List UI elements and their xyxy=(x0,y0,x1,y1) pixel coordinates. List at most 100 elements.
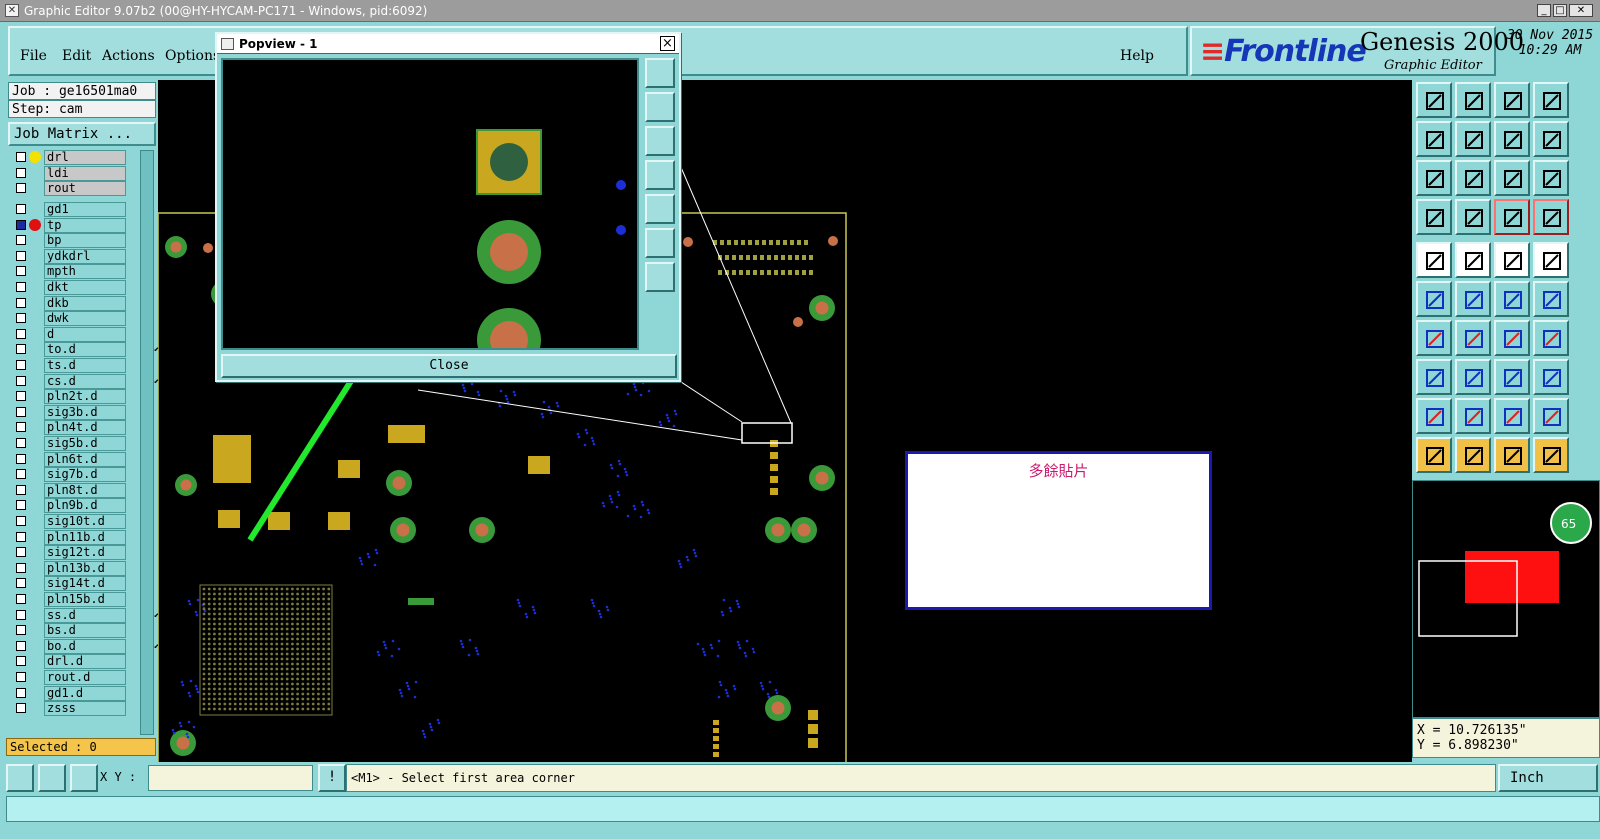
layer-checkbox[interactable] xyxy=(16,625,26,636)
job-matrix-button[interactable]: Job Matrix ... xyxy=(8,122,156,146)
rotate-icon[interactable] xyxy=(1494,320,1530,356)
layer-checkbox[interactable] xyxy=(16,609,26,620)
layer-name[interactable]: sig5b.d xyxy=(44,436,126,451)
layer-name[interactable]: sig14t.d xyxy=(44,576,126,592)
layer-name[interactable]: to.d ⬋ xyxy=(44,342,159,358)
layer-row[interactable]: rout xyxy=(8,181,134,197)
grid-icon[interactable] xyxy=(1455,199,1491,235)
layer-checkbox[interactable] xyxy=(16,360,26,370)
alert-icon[interactable]: ! xyxy=(318,764,346,792)
popview-close-icon[interactable]: × xyxy=(660,36,675,51)
layer-name[interactable]: sig12t.d xyxy=(44,545,126,561)
layer-name[interactable]: drl xyxy=(44,150,126,165)
layer-row[interactable]: pln13b.d xyxy=(8,560,134,576)
menu-file[interactable]: File xyxy=(20,48,47,64)
units-selector[interactable]: Inch xyxy=(1498,764,1598,792)
layer-name[interactable]: pln11b.d xyxy=(44,529,126,545)
menu-help[interactable]: Help xyxy=(1120,48,1154,64)
popview-pan-up-button[interactable] xyxy=(645,92,675,122)
layer-checkbox[interactable] xyxy=(16,531,26,542)
maximize-button[interactable]: □ xyxy=(1553,4,1567,17)
layer-name[interactable]: cs.d ⬋ xyxy=(44,373,159,389)
fit-icon[interactable] xyxy=(1416,160,1452,196)
pointer-icon[interactable] xyxy=(1416,437,1452,473)
snake-icon[interactable] xyxy=(1533,121,1569,157)
layer-checkbox[interactable] xyxy=(16,204,26,214)
layer-checkbox[interactable] xyxy=(16,438,26,448)
layer-name[interactable]: pln9b.d xyxy=(44,498,126,514)
layer-row[interactable]: drl.d xyxy=(8,654,134,670)
layer-name[interactable]: ldi xyxy=(44,165,126,181)
layer-row[interactable]: cs.d ⬋ xyxy=(8,373,159,389)
layer-row[interactable]: ts.d xyxy=(8,358,134,373)
scale-icon[interactable] xyxy=(1494,160,1530,196)
layer-checkbox[interactable] xyxy=(16,328,26,339)
cross-icon[interactable] xyxy=(1455,281,1491,317)
layer-scrollbar[interactable] xyxy=(140,150,154,735)
layer-row[interactable]: ydkdrl xyxy=(8,248,134,264)
layer-row[interactable]: sig14t.d xyxy=(8,576,134,592)
layer-checkbox[interactable] xyxy=(16,266,26,277)
popview-fit-button[interactable] xyxy=(645,262,675,292)
layer-name[interactable]: dwk xyxy=(44,311,126,327)
ruler-icon[interactable] xyxy=(1494,242,1530,278)
layer-row[interactable]: gd1.d xyxy=(8,685,134,701)
layer-checkbox[interactable] xyxy=(16,562,26,573)
popview-canvas[interactable] xyxy=(221,58,639,350)
line-icon[interactable] xyxy=(1494,281,1530,317)
layer-name[interactable]: bs.d xyxy=(44,623,126,639)
arrow-a-icon[interactable] xyxy=(1455,398,1491,434)
layer-checkbox[interactable] xyxy=(16,484,26,495)
layer-row[interactable]: d xyxy=(8,326,134,342)
route-icon[interactable] xyxy=(1455,242,1491,278)
move-down-icon[interactable] xyxy=(1455,82,1491,118)
layer-name[interactable]: rout.d xyxy=(44,670,126,685)
pointer-circle-icon[interactable] xyxy=(1494,437,1530,473)
layer-name[interactable]: dkb xyxy=(44,295,126,311)
layer-name[interactable]: bo.d ⬋ xyxy=(44,638,159,654)
connect-icon[interactable] xyxy=(1494,359,1530,395)
layer-name[interactable]: rout xyxy=(44,181,126,197)
layer-checkbox[interactable] xyxy=(16,516,26,526)
layer-checkbox[interactable] xyxy=(16,282,26,292)
layer-name[interactable]: sig3b.d xyxy=(44,404,126,420)
move-up-icon[interactable] xyxy=(1416,82,1452,118)
layer-row[interactable]: sig5b.d xyxy=(8,436,134,451)
pan-right-icon[interactable] xyxy=(1455,121,1491,157)
xy-input[interactable] xyxy=(148,765,313,791)
layer-row[interactable]: pln6t.d xyxy=(8,451,134,467)
layer-checkbox[interactable] xyxy=(16,167,26,178)
layer-checkbox[interactable] xyxy=(16,703,26,714)
layer-checkbox[interactable] xyxy=(16,313,26,324)
layer-name[interactable]: d xyxy=(44,326,126,342)
layer-name[interactable]: ss.d ⬋ xyxy=(44,607,159,623)
grid-button[interactable] xyxy=(70,764,98,792)
layer-checkbox[interactable] xyxy=(16,152,26,162)
layer-checkbox[interactable] xyxy=(16,391,26,402)
layer-name[interactable]: pln2t.d xyxy=(44,389,126,405)
layer-name[interactable]: zsss xyxy=(44,701,126,717)
node-icon[interactable] xyxy=(1416,281,1452,317)
layer-checkbox[interactable] xyxy=(16,406,26,417)
a-shape-icon[interactable] xyxy=(1494,398,1530,434)
layer-row[interactable]: drl xyxy=(8,150,134,165)
layer-checkbox[interactable] xyxy=(16,219,26,230)
group-icon[interactable] xyxy=(1533,359,1569,395)
layer-row[interactable]: sig3b.d xyxy=(8,404,134,420)
layer-name[interactable]: mpth xyxy=(44,264,126,280)
layer-name[interactable]: pln6t.d xyxy=(44,451,126,467)
layer-row[interactable]: mpth xyxy=(8,264,134,280)
layer-name[interactable]: pln4t.d xyxy=(44,420,126,436)
layer-checkbox[interactable] xyxy=(16,672,26,682)
layer-name[interactable]: tp xyxy=(44,217,126,233)
zoom-in-icon[interactable] xyxy=(1455,160,1491,196)
close-window-button[interactable]: ✕ xyxy=(1569,4,1593,17)
select-box-icon[interactable] xyxy=(1416,359,1452,395)
layer-name[interactable]: dkt xyxy=(44,280,126,295)
layer-checkbox[interactable] xyxy=(16,235,26,246)
layer-row[interactable]: dkb xyxy=(8,295,134,311)
layer-checkbox[interactable] xyxy=(16,422,26,433)
layer-row[interactable]: rout.d xyxy=(8,670,134,685)
layer-checkbox[interactable] xyxy=(16,656,26,667)
layer-row[interactable]: to.d ⬋ xyxy=(8,342,159,358)
